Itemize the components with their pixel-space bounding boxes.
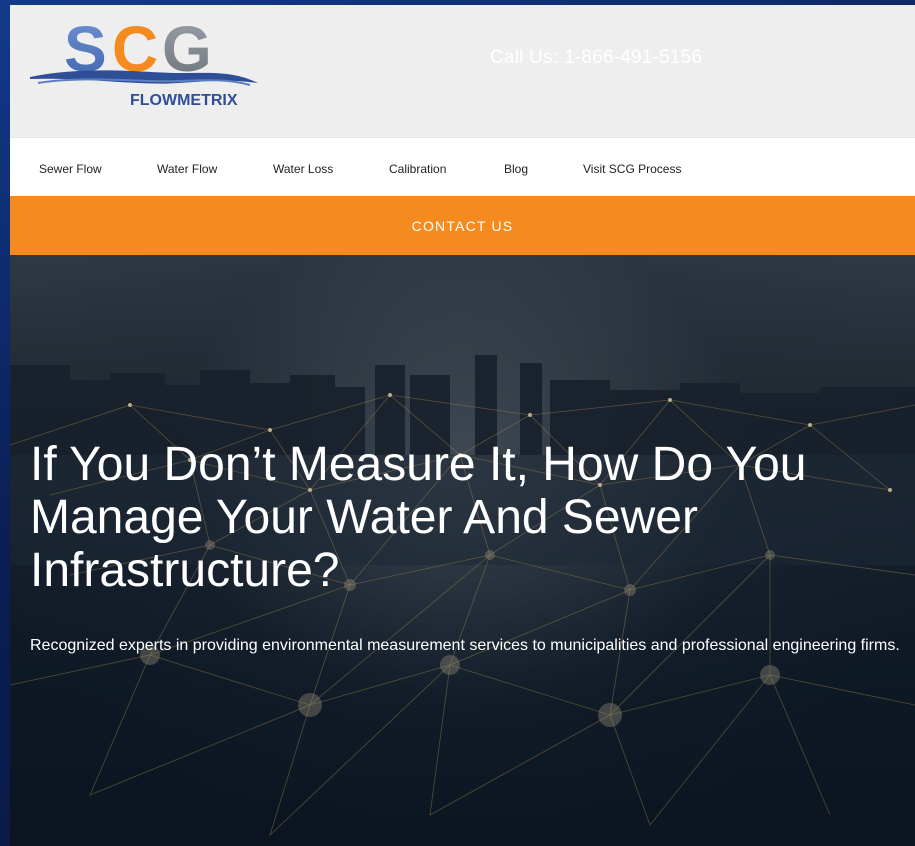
svg-text:FLOWMETRIX: FLOWMETRIX [130, 92, 238, 109]
hero-headline: If You Don’t Measure It, How Do You Mana… [30, 438, 807, 597]
site-header: S C G FLOWMETRIX Call Us: 1-866-491-5156 [10, 5, 915, 137]
phone-label: Call Us: [490, 47, 559, 68]
nav-item-blog[interactable]: Blog [504, 162, 528, 176]
nav-item-sewer-flow[interactable]: Sewer Flow [39, 162, 102, 176]
scg-flowmetrix-logo[interactable]: S C G FLOWMETRIX [28, 13, 268, 113]
logo-mark-icon: S C G FLOWMETRIX [30, 13, 258, 109]
browser-page: S C G FLOWMETRIX Call Us: 1-866-491-5156 … [10, 5, 915, 846]
phone-contact[interactable]: Call Us: 1-866-491-5156 [490, 47, 702, 69]
hero-section: If You Don’t Measure It, How Do You Mana… [10, 255, 915, 846]
nav-item-water-loss[interactable]: Water Loss [273, 162, 333, 176]
nav-item-calibration[interactable]: Calibration [389, 162, 446, 176]
nav-item-visit-scg-process[interactable]: Visit SCG Process [583, 162, 681, 176]
hero-subtext: Recognized experts in providing environm… [30, 637, 900, 654]
contact-us-button[interactable]: CONTACT US [10, 196, 915, 255]
nav-item-water-flow[interactable]: Water Flow [157, 162, 217, 176]
main-navigation: Sewer Flow Water Flow Water Loss Calibra… [10, 137, 915, 197]
phone-number[interactable]: 1-866-491-5156 [564, 47, 702, 68]
